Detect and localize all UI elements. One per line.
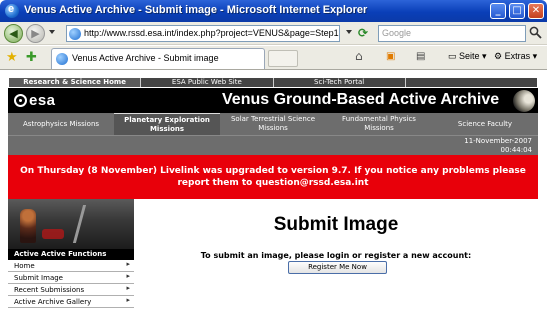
- category-navigation: Astrophysics Missions Planetary Explorat…: [8, 113, 538, 135]
- web-page: Research & Science Home ESA Public Web S…: [0, 71, 547, 314]
- nav-astrophysics-missions[interactable]: Astrophysics Missions: [8, 113, 114, 135]
- print-icon[interactable]: ▤: [416, 51, 425, 62]
- sidebar-item-home[interactable]: Home ▸: [8, 260, 134, 272]
- photo-person: [20, 209, 36, 243]
- command-bar: ★ ✚ Venus Active Archive - Submit image …: [0, 46, 547, 70]
- window-title: Venus Active Archive - Submit image - Mi…: [24, 4, 368, 16]
- tab-favicon-icon: [56, 53, 68, 65]
- venus-planet-icon: [513, 90, 535, 112]
- page-menu[interactable]: ▭ Seite ▾: [448, 51, 487, 62]
- maximize-button[interactable]: □: [509, 3, 525, 19]
- window-title-bar: e Venus Active Archive - Submit image - …: [0, 0, 547, 22]
- chevron-right-icon: ▸: [126, 296, 130, 304]
- search-input[interactable]: Google: [378, 25, 526, 42]
- back-icon[interactable]: ◀: [4, 24, 23, 43]
- address-url: http://www.rssd.esa.int/index.php?projec…: [84, 28, 339, 38]
- new-tab-button[interactable]: [268, 50, 298, 67]
- sidebar-item-label: Home: [14, 262, 35, 270]
- close-button[interactable]: ✕: [528, 3, 544, 19]
- feeds-icon[interactable]: ▣: [386, 51, 395, 62]
- refresh-icon[interactable]: ⟳: [358, 26, 372, 40]
- search-icon[interactable]: [529, 26, 542, 39]
- add-favorites-icon[interactable]: ✚: [26, 50, 37, 65]
- address-input[interactable]: http://www.rssd.esa.int/index.php?projec…: [66, 25, 340, 42]
- site-banner: esa Venus Ground-Based Active Archive: [8, 88, 538, 113]
- address-toolbar: ◀ ▶ http://www.rssd.esa.int/index.php?pr…: [0, 22, 547, 45]
- chevron-right-icon: ▸: [126, 272, 130, 280]
- esa-logo[interactable]: esa: [14, 92, 56, 109]
- search-placeholder: Google: [382, 28, 412, 38]
- date-bar: 11-November-2007 00:44:04: [8, 135, 538, 155]
- chevron-right-icon: ▸: [126, 260, 130, 268]
- date-label: 11-November-2007: [464, 137, 532, 145]
- sidebar-item-recent-submissions[interactable]: Recent Submissions ▸: [8, 284, 134, 296]
- sidebar-item-active-archive-gallery[interactable]: Active Archive Gallery ▸: [8, 296, 134, 308]
- tools-menu[interactable]: ⚙ Extras ▾: [494, 51, 537, 62]
- sidebar: Active Active Functions Home ▸ Submit Im…: [8, 199, 134, 314]
- nav-solar-terrestrial-science-missions[interactable]: Solar Terrestrial Science Missions: [220, 113, 326, 135]
- banner-title: Venus Ground-Based Active Archive: [222, 91, 500, 108]
- topnav-empty: [406, 78, 537, 87]
- nav-fundamental-physics-missions[interactable]: Fundamental Physics Missions: [326, 113, 432, 135]
- alert-banner: On Thursday (8 November) Livelink was up…: [8, 155, 538, 199]
- photo-telescope: [72, 205, 114, 243]
- tab-active[interactable]: Venus Active Archive - Submit image: [51, 48, 265, 69]
- sidebar-item-submit-image[interactable]: Submit Image ▸: [8, 272, 134, 284]
- login-instruction: To submit an image, please login or regi…: [200, 251, 472, 260]
- date-time: 11-November-2007 00:44:04: [464, 137, 532, 155]
- nav-science-faculty[interactable]: Science Faculty: [432, 113, 538, 135]
- history-dropdown-icon[interactable]: [49, 30, 55, 34]
- sidebar-item-label: Recent Submissions: [14, 286, 85, 294]
- ie-logo-icon: e: [5, 3, 19, 18]
- page-title: Submit Image: [273, 214, 399, 235]
- minimize-button[interactable]: _: [490, 3, 506, 19]
- topnav-esa-public-web-site[interactable]: ESA Public Web Site: [141, 78, 274, 87]
- esa-logo-icon: [14, 94, 27, 107]
- chevron-right-icon: ▸: [126, 284, 130, 292]
- address-dropdown-icon[interactable]: [346, 30, 352, 34]
- register-button[interactable]: Register Me Now: [288, 261, 387, 274]
- sidebar-header: Active Active Functions: [8, 249, 134, 260]
- photo-glow: [42, 229, 64, 239]
- favorites-star-icon[interactable]: ★: [6, 50, 18, 65]
- home-icon[interactable]: ⌂: [355, 49, 363, 63]
- sidebar-item-label: Active Archive Gallery: [14, 298, 92, 306]
- topnav-sci-tech-portal[interactable]: Sci-Tech Portal: [274, 78, 406, 87]
- forward-icon[interactable]: ▶: [26, 24, 45, 43]
- top-navigation: Research & Science Home ESA Public Web S…: [8, 77, 538, 88]
- topnav-research-science-home[interactable]: Research & Science Home: [9, 78, 142, 87]
- tab-title: Venus Active Archive - Submit image: [72, 53, 219, 63]
- observer-telescope-photo: [8, 199, 134, 249]
- sidebar-item-label: Submit Image: [14, 274, 63, 282]
- time-label: 00:44:04: [500, 146, 532, 154]
- nav-planetary-exploration-missions[interactable]: Planetary Exploration Missions: [114, 113, 220, 135]
- page-favicon-icon: [69, 28, 81, 40]
- alert-message: On Thursday (8 November) Livelink was up…: [20, 166, 526, 188]
